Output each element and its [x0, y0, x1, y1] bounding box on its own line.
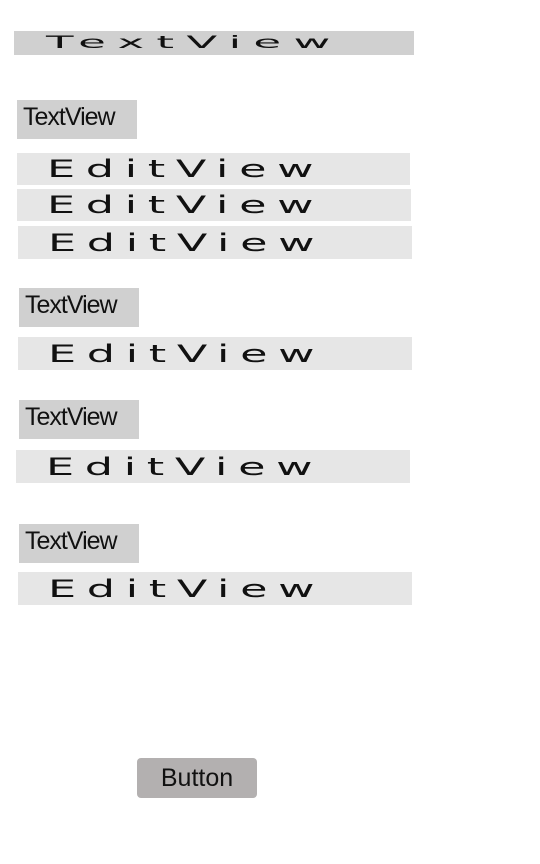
text-view-label-3: TextView	[19, 400, 139, 439]
edit-view-5[interactable]: EditView	[16, 450, 410, 483]
title-text: TextView	[46, 33, 343, 53]
edit-view-2[interactable]: EditView	[17, 189, 411, 221]
edit-view-6-text: EditView	[48, 574, 326, 603]
text-view-label-4: TextView	[19, 524, 139, 563]
text-view-label-1: TextView	[17, 100, 137, 139]
edit-view-4-text: EditView	[48, 339, 326, 368]
edit-view-2-text: EditView	[47, 191, 325, 219]
edit-view-4[interactable]: EditView	[18, 337, 412, 370]
title-text-view: TextView	[14, 31, 414, 55]
edit-view-5-text: EditView	[46, 452, 324, 481]
text-view-label-2: TextView	[19, 288, 139, 327]
edit-view-1-text: EditView	[47, 155, 325, 183]
edit-view-6[interactable]: EditView	[18, 572, 412, 605]
edit-view-3[interactable]: EditView	[18, 226, 412, 259]
edit-view-1[interactable]: EditView	[17, 153, 410, 185]
edit-view-3-text: EditView	[48, 228, 326, 257]
button[interactable]: Button	[137, 758, 257, 798]
